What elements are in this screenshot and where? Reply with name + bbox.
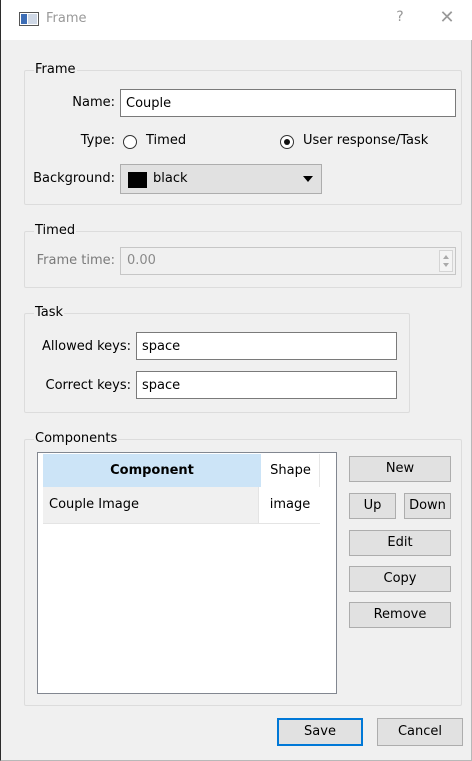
frame-dialog: Frame ? ✕ Frame Name: Type: Timed User r… <box>0 0 472 761</box>
background-label: Background: <box>33 171 115 186</box>
column-header-component[interactable]: Component <box>43 454 262 487</box>
close-button[interactable]: ✕ <box>436 7 458 28</box>
window-title: Frame <box>46 11 87 26</box>
spin-buttons[interactable] <box>439 250 453 272</box>
copy-button[interactable]: Copy <box>349 566 451 592</box>
table-cell-component: Couple Image <box>49 497 139 512</box>
allowed-keys-field[interactable] <box>136 332 397 360</box>
timed-group-title: Timed <box>34 223 77 238</box>
frame-time-spinbox[interactable]: 0.00 <box>120 247 456 275</box>
help-button[interactable]: ? <box>390 9 410 25</box>
edit-button[interactable]: Edit <box>349 530 451 556</box>
correct-keys-field[interactable] <box>136 371 397 399</box>
type-user-response-label[interactable]: User response/Task <box>303 133 428 148</box>
type-timed-radio[interactable] <box>123 135 137 149</box>
components-group-title: Components <box>34 431 119 446</box>
name-label: Name: <box>72 95 115 110</box>
components-table[interactable]: Component Shape Couple Image image <box>37 452 337 694</box>
window-app-icon <box>19 12 39 26</box>
allowed-keys-label: Allowed keys: <box>42 339 131 354</box>
type-label: Type: <box>80 133 115 148</box>
up-button[interactable]: Up <box>349 493 396 519</box>
type-timed-label[interactable]: Timed <box>146 133 186 148</box>
type-user-response-radio[interactable] <box>280 135 294 149</box>
table-cell-shape: image <box>258 487 321 523</box>
remove-button[interactable]: Remove <box>349 602 451 628</box>
down-button[interactable]: Down <box>404 493 451 519</box>
name-field[interactable] <box>120 89 456 117</box>
chevron-down-icon <box>303 176 313 182</box>
cancel-button[interactable]: Cancel <box>377 718 463 746</box>
background-color-value: black <box>153 171 188 186</box>
title-bar: Frame ? ✕ <box>1 0 472 40</box>
frame-time-label: Frame time: <box>36 253 115 268</box>
task-group-title: Task <box>34 305 65 320</box>
frame-group-title: Frame <box>34 62 77 77</box>
correct-keys-label: Correct keys: <box>45 378 132 393</box>
table-row[interactable]: Couple Image image <box>43 487 321 524</box>
new-button[interactable]: New <box>349 456 451 482</box>
spin-down-icon[interactable] <box>443 263 449 267</box>
column-header-shape[interactable]: Shape <box>262 454 320 487</box>
background-color-combo[interactable]: black <box>120 164 322 194</box>
save-button[interactable]: Save <box>277 718 363 746</box>
color-swatch <box>128 172 147 188</box>
frame-time-value: 0.00 <box>127 253 156 268</box>
spin-up-icon[interactable] <box>443 255 449 259</box>
